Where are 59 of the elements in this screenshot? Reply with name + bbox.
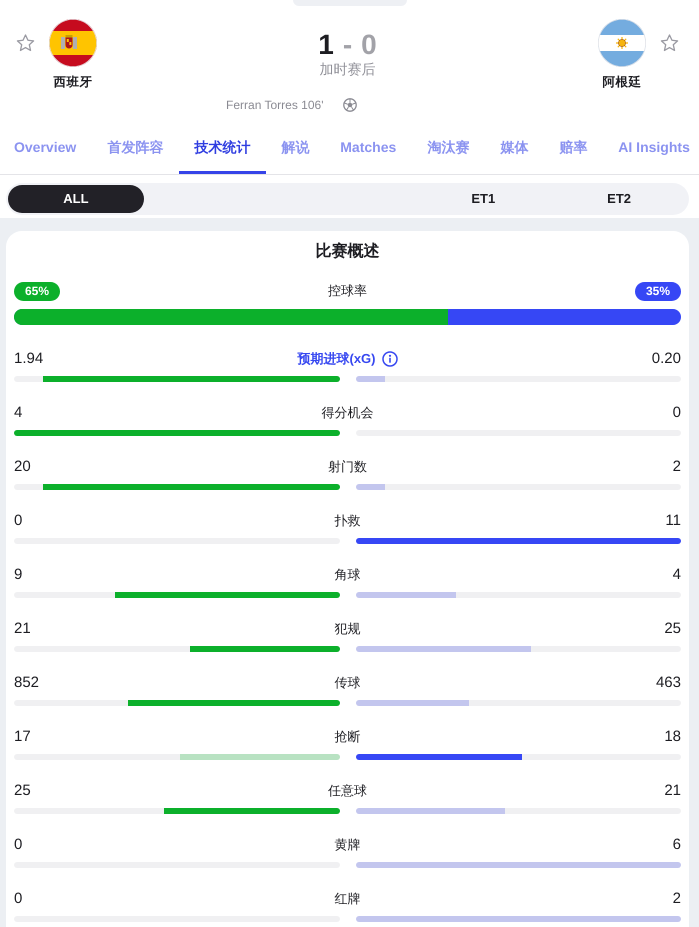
stat-label: 黄牌 — [334, 836, 360, 854]
score-separator: - — [342, 30, 352, 60]
possession-badge: 35% — [634, 282, 681, 300]
away-value: 0.20 — [652, 349, 681, 369]
home-score: 1 — [318, 30, 334, 60]
home-value: 0 — [14, 889, 22, 909]
away-value: 2 — [672, 889, 681, 909]
goal-scorer: Ferran Torres 106' — [226, 96, 324, 114]
away-value: 18 — [664, 727, 681, 747]
tab[interactable]: 媒体 — [484, 126, 544, 174]
possession-badge: 65% — [14, 282, 60, 300]
away-score: 0 — [361, 30, 377, 60]
period-tab[interactable]: ALL — [8, 185, 144, 213]
stat-label: 扑救 — [334, 512, 360, 530]
home-value: 4 — [14, 403, 22, 423]
tab[interactable]: Matches — [324, 126, 412, 174]
stat-label: 犯规 — [334, 620, 360, 638]
home-value: 0 — [14, 835, 22, 855]
home-value: 21 — [14, 619, 31, 639]
away-value: 463 — [656, 673, 681, 693]
home-value: 852 — [14, 673, 40, 693]
star-icon[interactable] — [660, 33, 679, 53]
away-value: 0 — [672, 403, 681, 423]
stat-label: 传球 — [334, 674, 360, 692]
home-value: 17 — [14, 727, 31, 747]
home-value: 9 — [14, 565, 22, 585]
stat-label: 抢断 — [334, 728, 360, 746]
stat-label: 角球 — [334, 566, 360, 584]
tab[interactable]: AI Insights — [602, 126, 699, 174]
star-icon[interactable] — [16, 33, 35, 53]
section-title: 比赛概述 — [314, 241, 380, 262]
away-value: 25 — [664, 619, 681, 639]
match-status: 加时赛后 — [320, 60, 376, 78]
stat-label: 任意球 — [328, 782, 367, 800]
tab[interactable]: 解说 — [266, 126, 325, 174]
home-value: 25 — [14, 781, 31, 801]
home-value: 20 — [14, 457, 31, 477]
period-tab[interactable]: ET1 — [415, 185, 552, 213]
stat-label: 控球率 — [328, 282, 367, 300]
home-value: 1.94 — [14, 349, 44, 369]
home-value: 0 — [14, 511, 22, 531]
team-name[interactable]: 西班牙 — [54, 74, 92, 90]
tab[interactable]: 淘汰赛 — [412, 126, 485, 174]
away-value: 2 — [672, 457, 681, 477]
stat-label: 得分机会 — [322, 404, 374, 422]
away-value: 6 — [672, 835, 681, 855]
team-name[interactable]: 阿根廷 — [602, 74, 642, 90]
tab[interactable]: 首发阵容 — [92, 126, 179, 174]
away-value: 21 — [664, 781, 681, 801]
tab[interactable]: 赔率 — [544, 126, 603, 174]
stat-label: 预期进球(xG) — [298, 350, 376, 368]
stat-label: 射门数 — [328, 458, 367, 476]
stat-label: 红牌 — [334, 890, 360, 908]
football-icon — [342, 98, 356, 112]
away-value: 4 — [672, 565, 681, 585]
info-icon[interactable] — [382, 351, 398, 367]
tab[interactable]: Overview — [0, 126, 92, 174]
period-tab[interactable]: ET2 — [551, 185, 687, 213]
away-value: 11 — [665, 511, 681, 531]
